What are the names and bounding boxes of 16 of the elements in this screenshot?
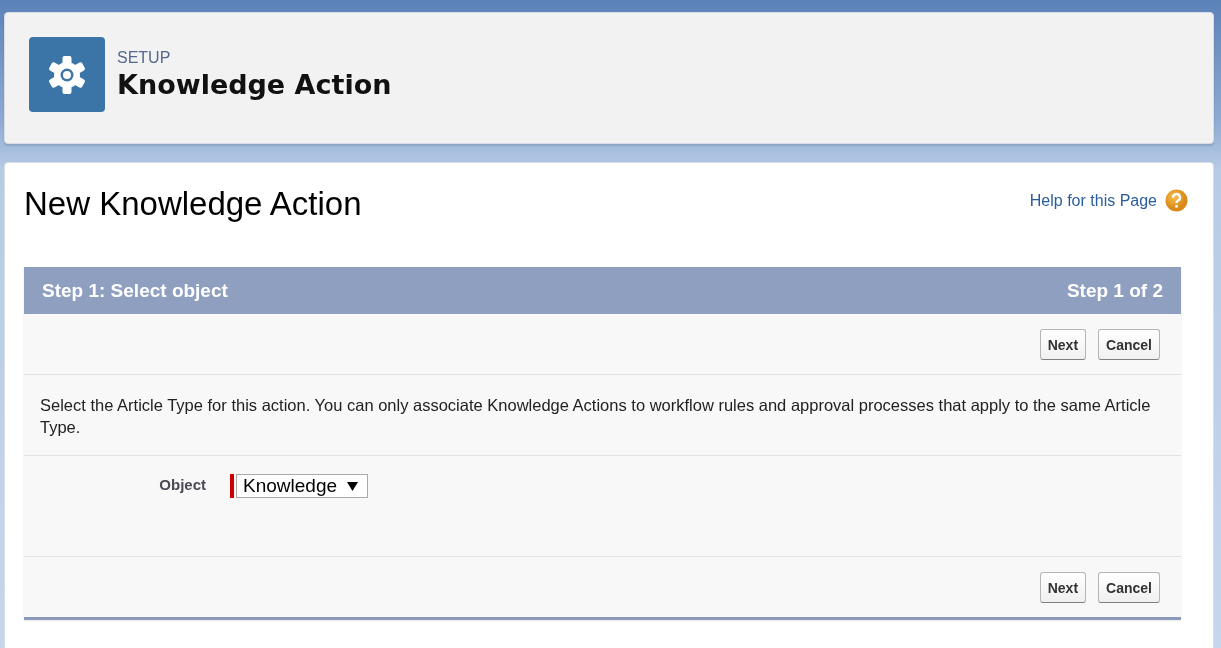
cancel-button[interactable]: Cancel bbox=[1098, 572, 1160, 603]
setup-label: SETUP bbox=[117, 49, 172, 67]
next-button[interactable]: Next bbox=[1039, 572, 1087, 603]
help-link[interactable]: Help for this Page bbox=[1029, 191, 1157, 210]
step-title: Step 1: Select object bbox=[42, 279, 228, 302]
settings-icon bbox=[46, 53, 88, 96]
next-button[interactable]: Next bbox=[1039, 329, 1087, 360]
object-dropdown[interactable]: Knowledge bbox=[236, 474, 369, 498]
field-label: Object bbox=[158, 475, 207, 493]
page-header-title: Knowledge Action bbox=[117, 69, 392, 100]
page-title: New Knowledge Action bbox=[24, 185, 362, 223]
caret-icon bbox=[347, 481, 359, 491]
instruction-text: Select the Article Type for this action. You can only associate Knowledge Actions to workflow rules and approval processes that apply to the same Article Type. bbox=[24, 375, 1181, 456]
cancel-button[interactable]: Cancel bbox=[1098, 329, 1160, 360]
help-icon[interactable] bbox=[1165, 189, 1188, 212]
step-count: Step 1 of 2 bbox=[1066, 279, 1163, 302]
